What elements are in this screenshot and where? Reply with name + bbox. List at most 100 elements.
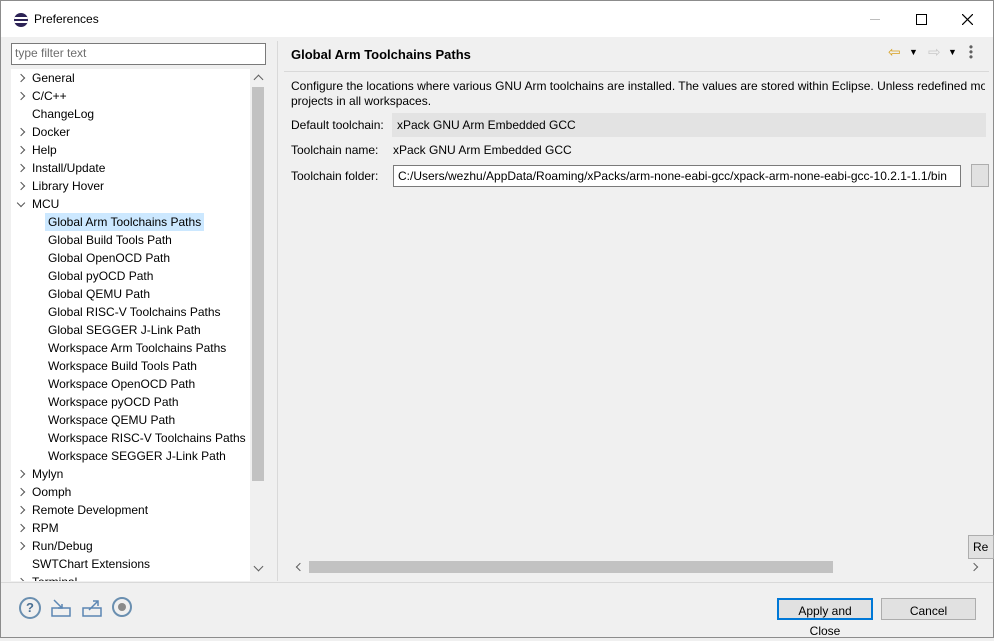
tree-child-item[interactable]: Workspace SEGGER J-Link Path <box>11 447 251 465</box>
close-icon <box>961 13 973 25</box>
maximize-icon <box>915 13 927 25</box>
chevron-right-icon[interactable] <box>17 519 27 537</box>
tree-child-item[interactable]: Workspace OpenOCD Path <box>11 375 251 393</box>
preferences-window: Preferences General C/C++ ChangeLog Docker H… <box>0 0 994 638</box>
filter-field[interactable] <box>11 43 266 65</box>
tree-item[interactable]: General <box>11 69 251 87</box>
tree-item-label: Help <box>32 143 57 157</box>
chevron-right-icon[interactable] <box>17 69 27 87</box>
tree-item-label: General <box>32 71 75 85</box>
browse-button[interactable] <box>971 164 989 187</box>
tree-item[interactable]: Install/Update <box>11 159 251 177</box>
record-icon[interactable] <box>112 597 132 617</box>
cancel-button[interactable]: Cancel <box>881 598 976 620</box>
tree-item[interactable]: ChangeLog <box>11 105 251 123</box>
tree-item-label: Workspace pyOCD Path <box>48 395 179 409</box>
scroll-up-icon[interactable] <box>253 74 264 85</box>
tree-item-label: Library Hover <box>32 179 105 193</box>
chevron-down-icon[interactable] <box>17 195 27 213</box>
tree-child-item[interactable]: Global SEGGER J-Link Path <box>11 321 251 339</box>
page-title: Global Arm Toolchains Paths <box>291 47 471 62</box>
tree-item-label: Workspace OpenOCD Path <box>48 377 196 391</box>
tree-item[interactable]: C/C++ <box>11 87 251 105</box>
tree-child-item[interactable]: Global OpenOCD Path <box>11 249 251 267</box>
chevron-right-icon[interactable] <box>17 483 27 501</box>
minimize-icon <box>870 18 880 20</box>
tree-child-item[interactable]: Global Build Tools Path <box>11 231 251 249</box>
tree-item[interactable]: Docker <box>11 123 251 141</box>
chevron-right-icon[interactable] <box>17 501 27 519</box>
tree-child-item[interactable]: Workspace pyOCD Path <box>11 393 251 411</box>
tree-item-label: Global QEMU Path <box>48 287 151 301</box>
chevron-right-icon[interactable] <box>17 177 27 195</box>
tree-child-item[interactable]: Global QEMU Path <box>11 285 251 303</box>
tree-child-item[interactable]: Global RISC-V Toolchains Paths <box>11 303 251 321</box>
tree-item[interactable]: Remote Development <box>11 501 251 519</box>
toolchain-name-value: xPack GNU Arm Embedded GCC <box>393 143 572 157</box>
back-menu-icon[interactable]: ▼ <box>909 45 919 59</box>
filter-input[interactable] <box>12 44 258 62</box>
tree-item[interactable]: Mylyn <box>11 465 251 483</box>
back-arrow-icon[interactable]: ⇦ <box>888 45 904 60</box>
default-toolchain-combo[interactable]: xPack GNU Arm Embedded GCC <box>392 113 986 137</box>
tree-item[interactable]: Library Hover <box>11 177 251 195</box>
tree-item[interactable]: Help <box>11 141 251 159</box>
chevron-right-icon[interactable] <box>17 159 27 177</box>
tree-item-label: Mylyn <box>32 467 64 481</box>
page-horizontal-scrollbar[interactable] <box>291 559 985 575</box>
chevron-right-icon[interactable] <box>17 573 27 581</box>
scroll-right-icon[interactable] <box>969 562 979 572</box>
help-icon[interactable]: ? <box>19 597 41 619</box>
minimize-button[interactable] <box>852 1 898 37</box>
close-button[interactable] <box>944 1 990 37</box>
import-icon[interactable] <box>50 597 72 619</box>
tree-item-label: Workspace SEGGER J-Link Path <box>48 449 226 463</box>
export-icon[interactable] <box>81 597 103 619</box>
tree-item[interactable]: Run/Debug <box>11 537 251 555</box>
tree-item-label: Global Arm Toolchains Paths <box>45 213 205 231</box>
restore-defaults-button[interactable]: Re <box>968 535 994 559</box>
tree-child-item[interactable]: Global pyOCD Path <box>11 267 251 285</box>
chevron-right-icon[interactable] <box>17 123 27 141</box>
scroll-left-icon[interactable] <box>295 562 305 572</box>
tree-child-item[interactable]: Workspace QEMU Path <box>11 411 251 429</box>
apply-and-close-button[interactable]: Apply and Close <box>777 598 873 638</box>
tree-child-item[interactable]: Workspace Arm Toolchains Paths <box>11 339 251 357</box>
forward-arrow-icon[interactable]: ⇨ <box>928 45 944 60</box>
scroll-down-icon[interactable] <box>253 561 264 572</box>
horizontal-scroll-thumb[interactable] <box>309 561 833 573</box>
toolchain-name-label: Toolchain name: <box>291 143 379 157</box>
maximize-button[interactable] <box>898 1 944 37</box>
tree-item-label: Remote Development <box>32 503 149 517</box>
description-line-1: Configure the locations where various GN… <box>291 79 985 93</box>
chevron-right-icon[interactable] <box>17 87 27 105</box>
tree-child-item[interactable]: Workspace Build Tools Path <box>11 357 251 375</box>
tree-item-label: Global Build Tools Path <box>48 233 172 247</box>
tree-item-label: Workspace QEMU Path <box>48 413 176 427</box>
pane-divider[interactable] <box>277 41 278 581</box>
tree-item-label: Global pyOCD Path <box>48 269 154 283</box>
tree-item-label: Oomph <box>32 485 72 499</box>
chevron-right-icon[interactable] <box>17 141 27 159</box>
tree-item-label: RPM <box>32 521 59 535</box>
tree-child-item[interactable]: Global Arm Toolchains Paths <box>11 213 251 231</box>
tree-child-item[interactable]: Workspace RISC-V Toolchains Paths <box>11 429 251 447</box>
tree-item-label: Global RISC-V Toolchains Paths <box>48 305 221 319</box>
toolchain-folder-input[interactable]: C:/Users/wezhu/AppData/Roaming/xPacks/ar… <box>393 165 961 187</box>
tree-item[interactable]: Oomph <box>11 483 251 501</box>
tree-item-label: Terminal <box>29 573 80 581</box>
chevron-right-icon[interactable] <box>17 537 27 555</box>
tree-item-label: ChangeLog <box>32 107 95 121</box>
chevron-right-icon[interactable] <box>17 465 27 483</box>
tree-item[interactable]: RPM <box>11 519 251 537</box>
title-bar: Preferences <box>1 1 993 37</box>
tree-item[interactable]: Terminal <box>11 573 251 581</box>
tree-vertical-scrollbar[interactable] <box>250 69 266 581</box>
forward-menu-icon[interactable]: ▼ <box>948 45 958 59</box>
view-menu-icon[interactable]: • • • <box>967 41 975 63</box>
tree-item[interactable]: MCU <box>11 195 251 213</box>
tree-item-label: C/C++ <box>32 89 67 103</box>
scroll-thumb[interactable] <box>252 87 264 481</box>
tree-item[interactable]: SWTChart Extensions <box>11 555 251 573</box>
tree-item-label: Workspace Build Tools Path <box>48 359 197 373</box>
